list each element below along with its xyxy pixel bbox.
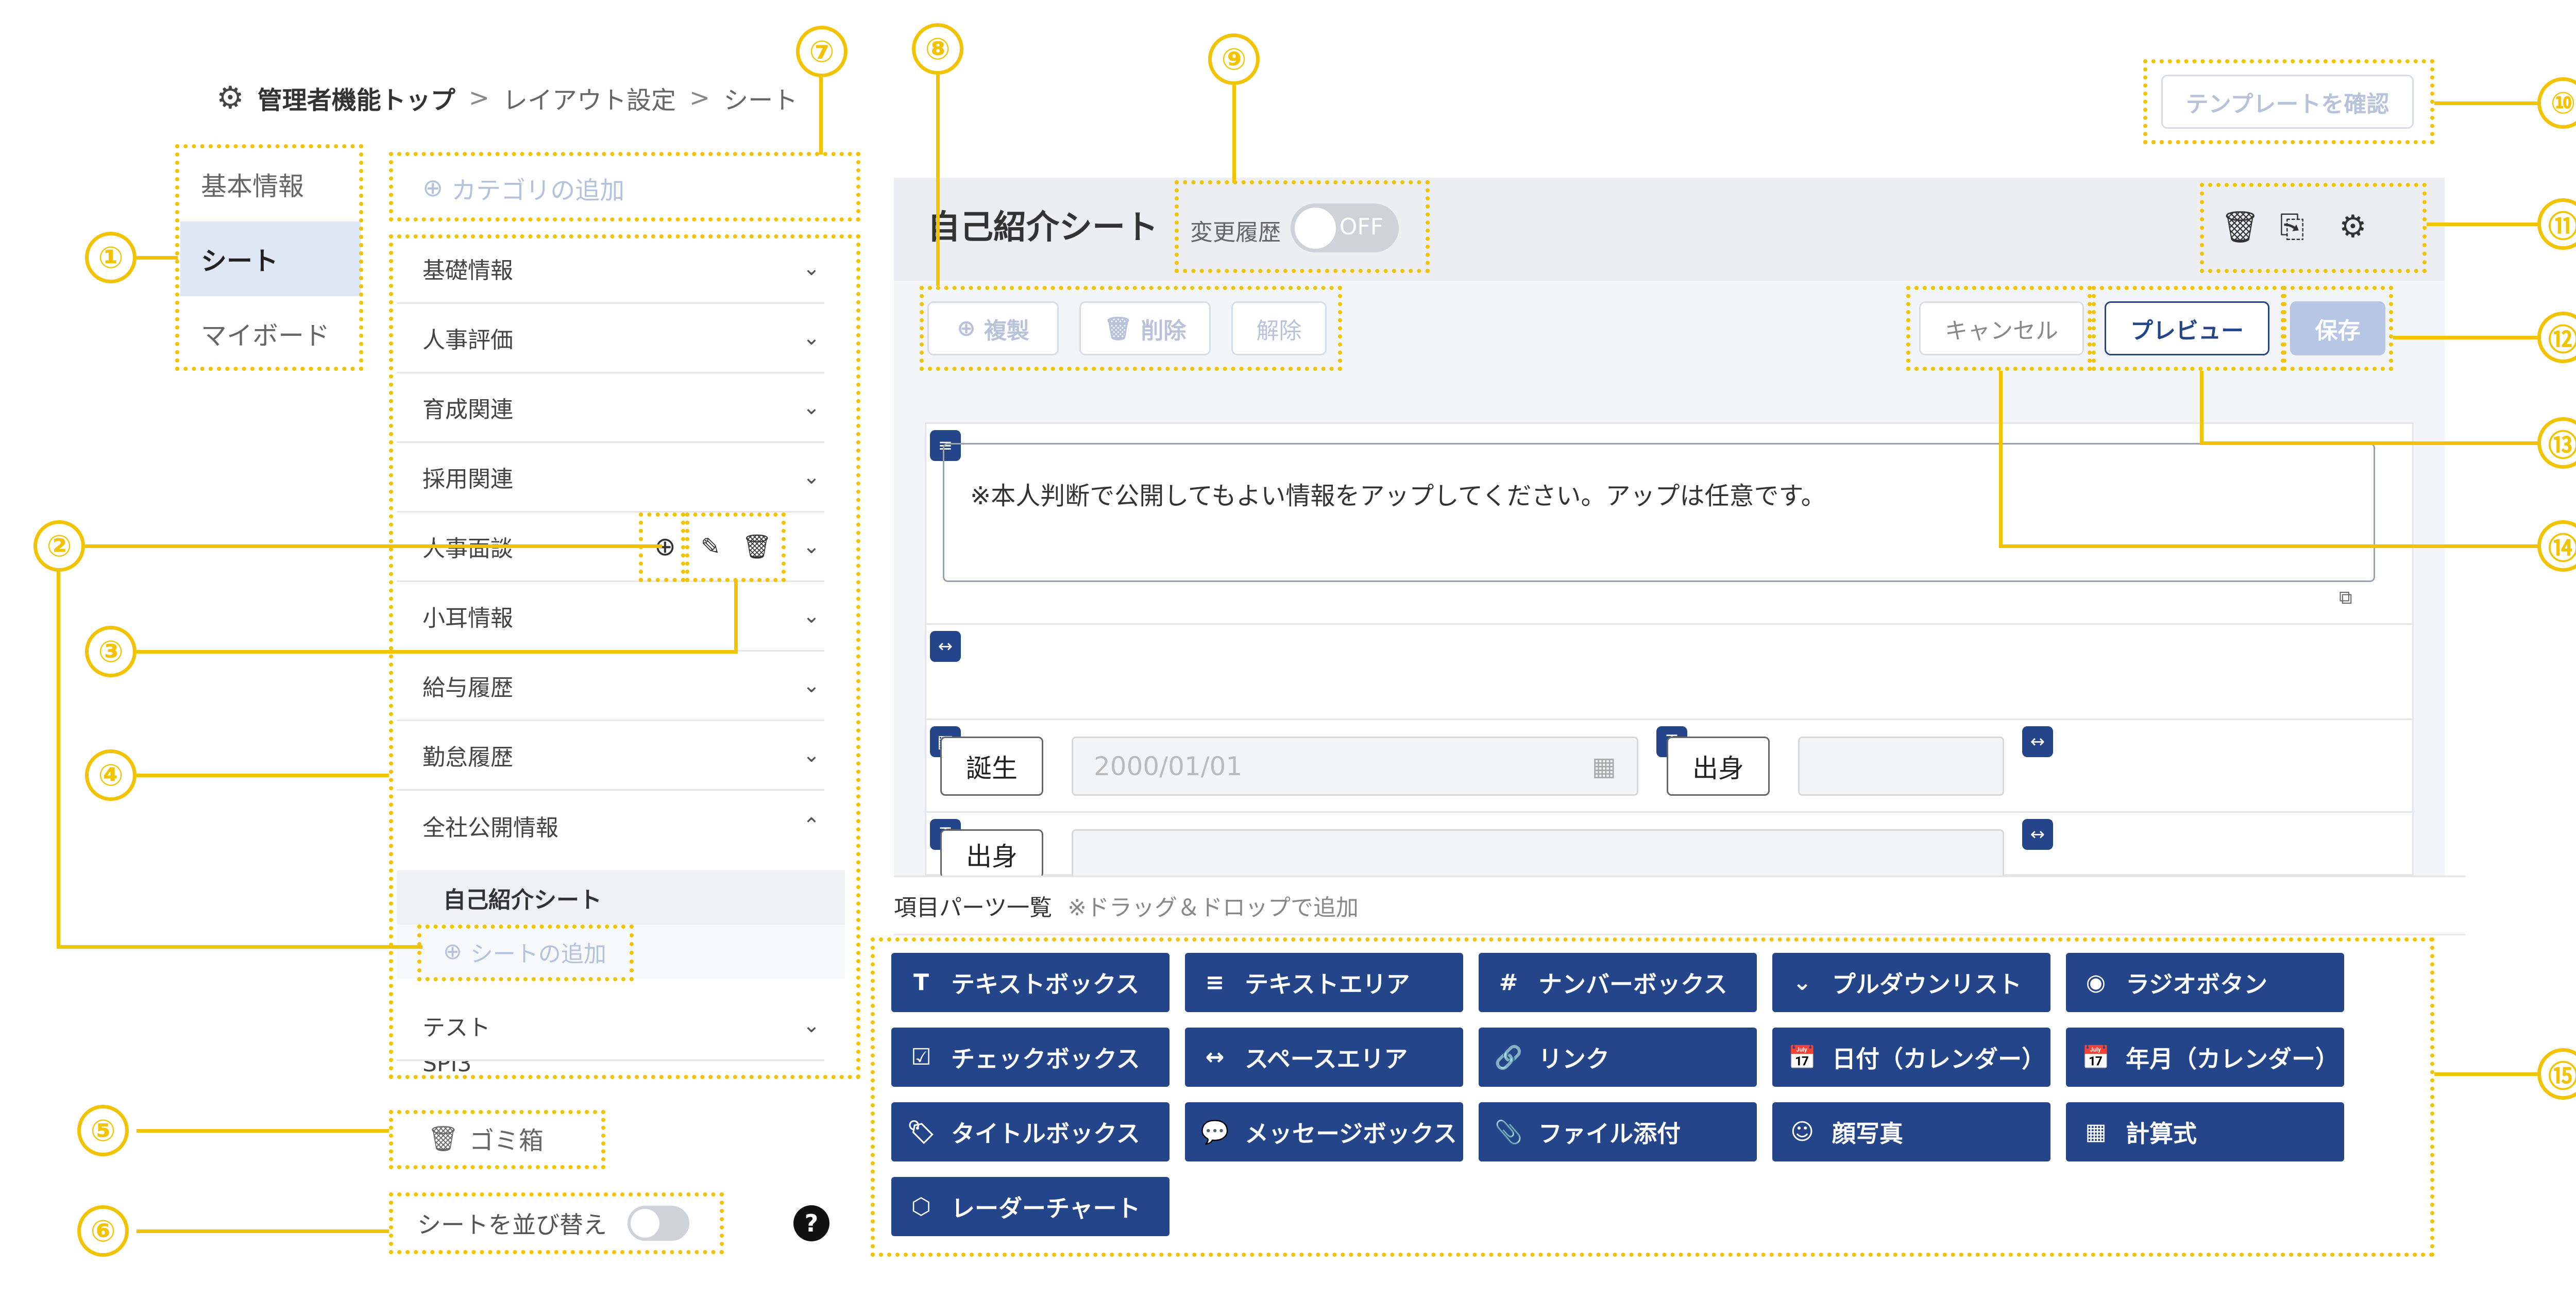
- badge-14: ⑭: [2537, 520, 2576, 572]
- breadcrumb-separator: >: [468, 83, 490, 112]
- badge-3: ③: [85, 626, 137, 677]
- connector-line: [137, 650, 738, 654]
- connector-line: [1999, 544, 2543, 548]
- parts-note: ※ドラッグ＆ドロップで追加: [1067, 895, 1359, 921]
- badge-12: ⑫: [2537, 312, 2576, 363]
- resize-icon[interactable]: ⧉: [2339, 587, 2352, 609]
- badge-13: ⑬: [2537, 417, 2576, 469]
- field-label-text: 出身: [966, 842, 1018, 871]
- badge-9: ⑨: [1208, 33, 1260, 85]
- annotation-box-13: [2092, 286, 2285, 371]
- annotation-box-7: [389, 152, 860, 221]
- breadcrumb-separator: >: [689, 83, 710, 112]
- field-label-text: 誕生: [966, 753, 1018, 783]
- annotation-box-11: [2200, 183, 2427, 273]
- annotation-box-8: [920, 286, 1342, 371]
- connector-line: [137, 256, 178, 260]
- row-divider: [925, 719, 2414, 720]
- row-divider: [925, 811, 2414, 813]
- badge-8: ⑧: [912, 23, 963, 75]
- annotation-box-4: [389, 234, 860, 1079]
- breadcrumb-home[interactable]: 管理者機能トップ: [258, 80, 455, 116]
- annotation-box-14: [1906, 286, 2092, 371]
- annotation-box-10: [2143, 59, 2434, 144]
- parts-header: 項目パーツ一覧 ※ドラッグ＆ドロップで追加: [894, 876, 2465, 935]
- annotation-box-3: [685, 512, 786, 582]
- connector-line: [2434, 1072, 2543, 1076]
- connector-line: [1999, 371, 2003, 546]
- date-value: 2000/01/01: [1094, 751, 1243, 781]
- connector-line: [2200, 371, 2204, 443]
- connector-line: [2393, 336, 2543, 339]
- badge-1: ①: [85, 232, 137, 283]
- connector-line: [85, 544, 662, 548]
- badge-6: ⑥: [77, 1205, 129, 1257]
- connector-line: [1232, 85, 1236, 183]
- badge-5: ⑤: [77, 1105, 129, 1156]
- text-input[interactable]: [1072, 829, 2004, 878]
- badge-4: ④: [85, 749, 137, 801]
- connector-line: [137, 1229, 389, 1233]
- annotation-box-6: [389, 1192, 724, 1254]
- breadcrumb-layout[interactable]: レイアウト設定: [503, 80, 676, 116]
- sheet-title: 自己紹介シート: [927, 209, 1158, 247]
- connector-line: [734, 579, 738, 652]
- field-label[interactable]: 出身: [1667, 737, 1770, 796]
- text-input[interactable]: [1798, 737, 2004, 796]
- help-icon[interactable]: ?: [793, 1205, 829, 1241]
- connector-line: [2427, 223, 2543, 226]
- field-label-text: 出身: [1692, 753, 1744, 783]
- connector-line: [2200, 441, 2543, 445]
- message-box[interactable]: ※本人判断で公開してもよい情報をアップしてください。アップは任意です。: [943, 443, 2375, 582]
- date-input[interactable]: 2000/01/01 ▦: [1072, 737, 1638, 796]
- badge-15: ⑮: [2537, 1048, 2576, 1100]
- space-area-icon: ↔: [2022, 819, 2053, 850]
- badge-10: ⑩: [2537, 77, 2576, 129]
- calendar-icon[interactable]: ▦: [1592, 751, 1616, 781]
- badge-11: ⑪: [2537, 198, 2576, 250]
- space-area-icon: ↔: [930, 631, 961, 662]
- connector-line: [819, 75, 823, 155]
- badge-7: ⑦: [796, 26, 848, 77]
- annotation-box-5: [389, 1110, 605, 1169]
- breadcrumb: ⚙ 管理者機能トップ > レイアウト設定 > シート: [216, 77, 798, 118]
- badge-2: ②: [33, 520, 85, 572]
- annotation-box-1: [175, 144, 363, 371]
- breadcrumb-current: シート: [723, 86, 798, 115]
- connector-line: [2434, 101, 2543, 105]
- parts-title: 項目パーツ一覧: [894, 895, 1053, 921]
- field-label[interactable]: 出身: [940, 829, 1043, 878]
- annotation-box-15: [871, 937, 2434, 1257]
- connector-line: [57, 569, 60, 948]
- space-area-icon: ↔: [2022, 726, 2053, 757]
- message-text: ※本人判断で公開してもよい情報をアップしてください。アップは任意です。: [970, 482, 1826, 510]
- connector-line: [57, 945, 422, 949]
- field-label[interactable]: 誕生: [940, 737, 1043, 796]
- connector-line: [137, 774, 389, 777]
- gear-icon[interactable]: ⚙: [216, 80, 244, 116]
- connector-line: [936, 75, 940, 286]
- annotation-box-12: [2282, 286, 2393, 371]
- connector-line: [137, 1129, 389, 1133]
- row-divider: [925, 623, 2414, 625]
- annotation-box-9: [1175, 180, 1430, 273]
